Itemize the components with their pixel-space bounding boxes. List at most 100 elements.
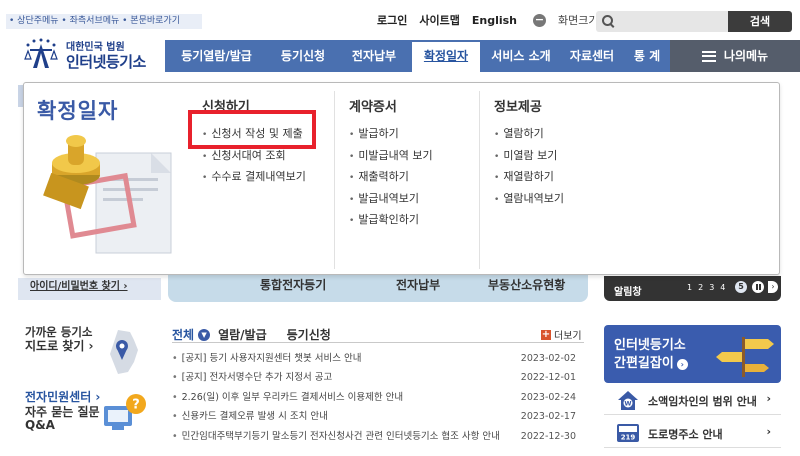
- menu-item-view[interactable]: 열람하기: [494, 124, 564, 146]
- tab-view-issue[interactable]: 열람/발급: [218, 326, 267, 343]
- menu-item-unviewed[interactable]: 미열람 보기: [494, 146, 564, 168]
- house-won-icon: W: [618, 391, 638, 410]
- menu-item-fee-history[interactable]: 수수료 결제내역보기: [202, 167, 306, 189]
- list-item[interactable]: 2.26(일) 이후 일부 우리카드 결제서비스 이용제한 안내 2023-02-…: [172, 388, 584, 407]
- nearest-registry-title: 가까운 등기소: [25, 325, 93, 339]
- small-tenant-guide-link[interactable]: W 소액임차인의 범위 안내 ›: [604, 385, 781, 415]
- main-nav: 등기열람/발급 등기신청 전자납부 확정일자 서비스 소개 자료센터 통 계 나…: [165, 40, 800, 72]
- menu-item-view-history[interactable]: 열람내역보기: [494, 189, 564, 211]
- hamburger-icon: [701, 50, 716, 62]
- notice-date: 2023-02-02: [520, 353, 576, 364]
- service-property-status[interactable]: 부동산소유현황: [488, 276, 565, 293]
- zoom-out-icon[interactable]: −: [533, 13, 546, 27]
- more-button[interactable]: + 더보기: [541, 327, 582, 342]
- mega-menu-title: 확정일자: [37, 99, 119, 123]
- list-item[interactable]: 신용카드 결제오류 발생 시 조치 안내 2023-02-17: [172, 407, 584, 426]
- pause-icon[interactable]: [752, 281, 764, 293]
- nav-statistics[interactable]: 통 계: [624, 40, 670, 72]
- court-emblem-icon: [24, 38, 58, 68]
- list-item[interactable]: [공지] 전자서명수단 추가 지정서 공고 2022-12-01: [172, 368, 584, 387]
- stamp-illustration-icon: [43, 135, 172, 254]
- banner-page-current[interactable]: 5: [735, 281, 747, 293]
- find-id-password-link[interactable]: 아이디/비밀번호 찾기 ›: [18, 278, 161, 300]
- menu-col-contract: 계약증서 발급하기 미발급내역 보기 재출력하기 발급내역보기 발급확인하기: [349, 96, 433, 232]
- korea-map-icon: [110, 330, 138, 374]
- guide-line1: 인터넷등기소: [614, 338, 686, 353]
- menu-col-info-heading[interactable]: 정보제공: [494, 96, 564, 115]
- menu-item-reprint[interactable]: 재출력하기: [349, 167, 433, 189]
- chevron-right-icon: ›: [766, 392, 771, 405]
- service-e-registry[interactable]: 통합전자등기: [260, 276, 326, 293]
- menu-item-verify-issue[interactable]: 발급확인하기: [349, 210, 433, 232]
- nearest-registry-sub: 지도로 찾기 ›: [25, 339, 94, 353]
- banner-page-3[interactable]: 3: [709, 283, 720, 292]
- banner-pagination: 1234: [687, 283, 731, 292]
- my-menu-label: 나의메뉴: [723, 49, 769, 63]
- logo-title: 인터넷등기소: [66, 53, 146, 71]
- service-e-payment[interactable]: 전자납부: [396, 276, 440, 293]
- e-civil-center-link[interactable]: 전자민원센터 ›: [25, 388, 100, 405]
- road-address-guide-link[interactable]: 219 도로명주소 안내 ›: [604, 418, 781, 448]
- list-item[interactable]: [공지] 등기 사용자지원센터 챗봇 서비스 안내 2023-02-02: [172, 349, 584, 368]
- menu-divider: [479, 91, 480, 269]
- banner-page-2[interactable]: 2: [698, 283, 709, 292]
- site-logo[interactable]: 대한민국 법원 인터넷등기소: [20, 34, 160, 74]
- search-input[interactable]: [596, 11, 728, 32]
- nav-registry-view[interactable]: 등기열람/발급: [165, 40, 268, 72]
- notice-banner-label: 알림창: [614, 287, 642, 298]
- menu-item-review[interactable]: 재열람하기: [494, 167, 564, 189]
- my-menu-button[interactable]: 나의메뉴: [670, 40, 800, 72]
- notice-title[interactable]: 민간임대주택부기등기 말소등기 전자신청사건 관련 인터넷등기소 협조 사항 안…: [172, 427, 500, 446]
- nav-fixed-date[interactable]: 확정일자: [410, 40, 482, 72]
- menu-item-issue[interactable]: 발급하기: [349, 124, 433, 146]
- more-label: 더보기: [554, 331, 582, 342]
- notice-list: [공지] 등기 사용자지원센터 챗봇 서비스 안내 2023-02-02 [공지]…: [172, 349, 584, 446]
- sitemap-link[interactable]: 사이트맵: [419, 12, 459, 28]
- notice-title[interactable]: 신용카드 결제오류 발생 시 조치 안내: [172, 407, 328, 426]
- nav-resource-center[interactable]: 자료센터: [560, 40, 624, 72]
- notice-title[interactable]: 2.26(일) 이후 일부 우리카드 결제서비스 이용제한 안내: [172, 388, 403, 407]
- notice-date: 2023-02-17: [520, 411, 576, 423]
- nav-service-intro[interactable]: 서비스 소개: [482, 40, 560, 72]
- login-link[interactable]: 로그인: [377, 12, 407, 28]
- notice-title[interactable]: [공지] 전자서명수단 추가 지정서 공고: [172, 368, 333, 387]
- next-arrow-icon[interactable]: ›: [768, 281, 778, 293]
- road-address-guide-label: 도로명주소 안내: [648, 428, 723, 441]
- tab-all[interactable]: 전체: [172, 326, 194, 343]
- chevron-right-icon: ›: [766, 425, 771, 438]
- board-tabs: 전체 ▼ 열람/발급 등기신청: [172, 326, 351, 343]
- skip-links[interactable]: • 상단주메뉴 • 좌측서브메뉴 • 본문바로가기: [6, 14, 202, 29]
- nav-e-payment[interactable]: 전자납부: [338, 40, 410, 72]
- notice-title[interactable]: [공지] 등기 사용자지원센터 챗봇 서비스 안내: [172, 349, 362, 368]
- faq-line2: Q&A: [25, 418, 55, 432]
- easy-guide-banner[interactable]: 인터넷등기소 간편길잡이 ›: [604, 325, 781, 383]
- tab-registry-apply[interactable]: 등기신청: [287, 326, 331, 343]
- menu-item-unissued-list[interactable]: 미발급내역 보기: [349, 146, 432, 168]
- guide-line2: 간편길잡이 ›: [614, 352, 688, 371]
- menu-col-contract-heading[interactable]: 계약증서: [349, 96, 433, 115]
- highlight-box: [188, 110, 316, 149]
- nearest-registry-link[interactable]: 가까운 등기소 지도로 찾기 ›: [25, 325, 94, 353]
- svg-text:W: W: [624, 400, 631, 408]
- zoom-label: 화면크기: [558, 14, 599, 27]
- menu-divider: [334, 91, 335, 269]
- english-link[interactable]: English: [472, 14, 517, 27]
- search-button[interactable]: 검색: [728, 11, 792, 32]
- road-address-sign-icon: 219: [617, 424, 639, 442]
- find-id-password-label: 아이디/비밀번호 찾기: [30, 281, 120, 292]
- menu-item-issue-history[interactable]: 발급내역보기: [349, 189, 433, 211]
- service-shortcut-strip: 통합전자등기 전자납부 부동산소유현황: [168, 274, 588, 302]
- notice-banner-controls: 알림창 1234 5 ›: [604, 276, 781, 301]
- search-icon: [602, 15, 613, 26]
- board-divider: [172, 342, 584, 343]
- nav-registry-apply[interactable]: 등기신청: [268, 40, 338, 72]
- fixed-date-mega-menu: 확정일자 신청하기 신청서 작성 및 제출 신청서대여 조회 수수료 결제내역보…: [23, 82, 780, 275]
- faq-link[interactable]: 자주 묻는 질문 Q&A: [25, 406, 100, 432]
- banner-page-1[interactable]: 1: [687, 283, 698, 292]
- list-item[interactable]: 민간임대주택부기등기 말소등기 전자신청사건 관련 인터넷등기소 협조 사항 안…: [172, 427, 584, 446]
- banner-page-4[interactable]: 4: [720, 283, 731, 292]
- chevron-down-icon[interactable]: ▼: [198, 328, 211, 341]
- road-address-badge: 219: [621, 434, 636, 442]
- notice-date: 2023-02-24: [520, 391, 576, 403]
- notice-date: 2022-12-01: [520, 372, 576, 384]
